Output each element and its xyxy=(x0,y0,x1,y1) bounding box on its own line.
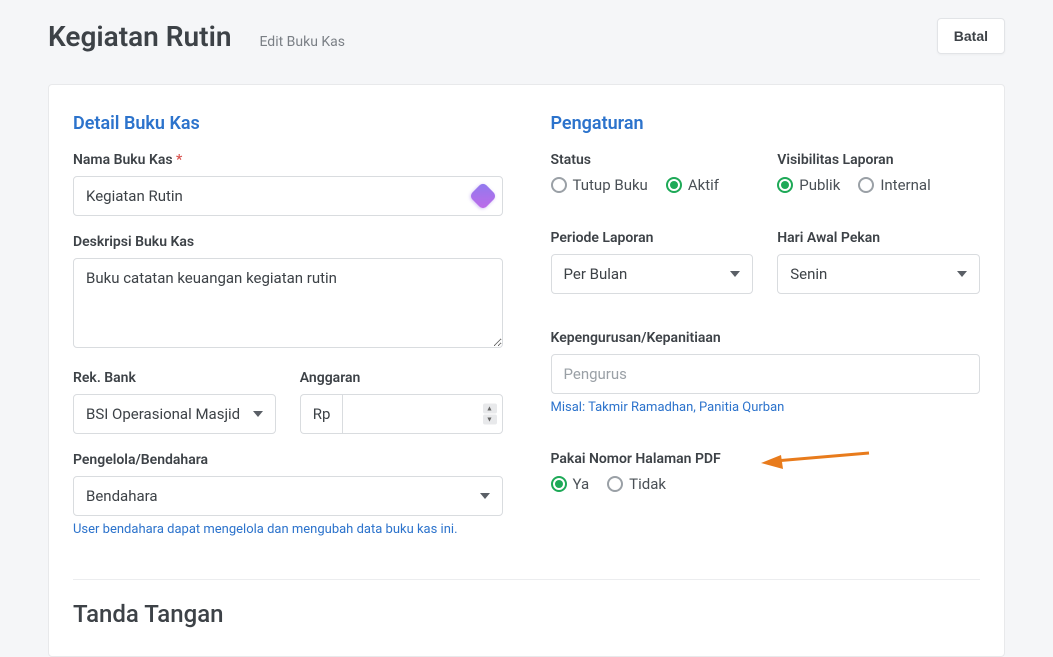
period-select[interactable]: Per Bulan xyxy=(551,254,754,294)
detail-section: Detail Buku Kas Nama Buku Kas * Deskrips… xyxy=(73,113,503,555)
committee-helper: Misal: Takmir Ramadhan, Panitia Qurban xyxy=(551,400,981,415)
budget-prefix: Rp xyxy=(300,394,343,434)
weekstart-select[interactable]: Senin xyxy=(777,254,980,294)
bank-label: Rek. Bank xyxy=(73,370,276,386)
page-subtitle: Edit Buku Kas xyxy=(259,34,345,50)
divider xyxy=(73,579,980,580)
pdfpage-no-radio[interactable]: Tidak xyxy=(607,475,666,493)
status-active-radio[interactable]: Aktif xyxy=(666,176,719,194)
budget-input[interactable] xyxy=(342,394,502,434)
spinner-up[interactable]: ▲ xyxy=(483,404,497,414)
signature-title: Tanda Tangan xyxy=(73,600,980,628)
desc-textarea[interactable] xyxy=(73,258,503,348)
form-card: Detail Buku Kas Nama Buku Kas * Deskrips… xyxy=(48,84,1005,657)
period-label: Periode Laporan xyxy=(551,230,754,246)
manager-helper: User bendahara dapat mengelola dan mengu… xyxy=(73,522,503,537)
pdfpage-yes-radio[interactable]: Ya xyxy=(551,475,590,493)
settings-section: Pengaturan Status Tutup Buku Aktif xyxy=(551,113,981,555)
name-input[interactable] xyxy=(73,176,503,216)
detail-section-title: Detail Buku Kas xyxy=(73,113,503,134)
weekstart-label: Hari Awal Pekan xyxy=(777,230,980,246)
cancel-button[interactable]: Batal xyxy=(937,18,1005,54)
status-label: Status xyxy=(551,152,754,168)
visibility-label: Visibilitas Laporan xyxy=(777,152,980,168)
name-label: Nama Buku Kas * xyxy=(73,152,503,168)
budget-label: Anggaran xyxy=(300,370,503,386)
desc-label: Deskripsi Buku Kas xyxy=(73,234,503,250)
page-title: Kegiatan Rutin xyxy=(48,20,231,53)
manager-label: Pengelola/Bendahara xyxy=(73,452,503,468)
committee-input[interactable] xyxy=(551,354,981,394)
page-header: Kegiatan Rutin Edit Buku Kas Batal xyxy=(48,18,1005,54)
budget-spinner: ▲ ▼ xyxy=(483,404,497,425)
committee-label: Kepengurusan/Kepanitiaan xyxy=(551,330,981,346)
visibility-internal-radio[interactable]: Internal xyxy=(858,176,930,194)
visibility-public-radio[interactable]: Publik xyxy=(777,176,840,194)
manager-select[interactable]: Bendahara xyxy=(73,476,503,516)
required-asterisk: * xyxy=(176,152,182,168)
settings-section-title: Pengaturan xyxy=(551,113,981,134)
bank-select[interactable]: BSI Operasional Masjid xyxy=(73,394,276,434)
status-close-radio[interactable]: Tutup Buku xyxy=(551,176,648,194)
pdfpage-label: Pakai Nomor Halaman PDF xyxy=(551,451,981,467)
spinner-down[interactable]: ▼ xyxy=(483,415,497,425)
